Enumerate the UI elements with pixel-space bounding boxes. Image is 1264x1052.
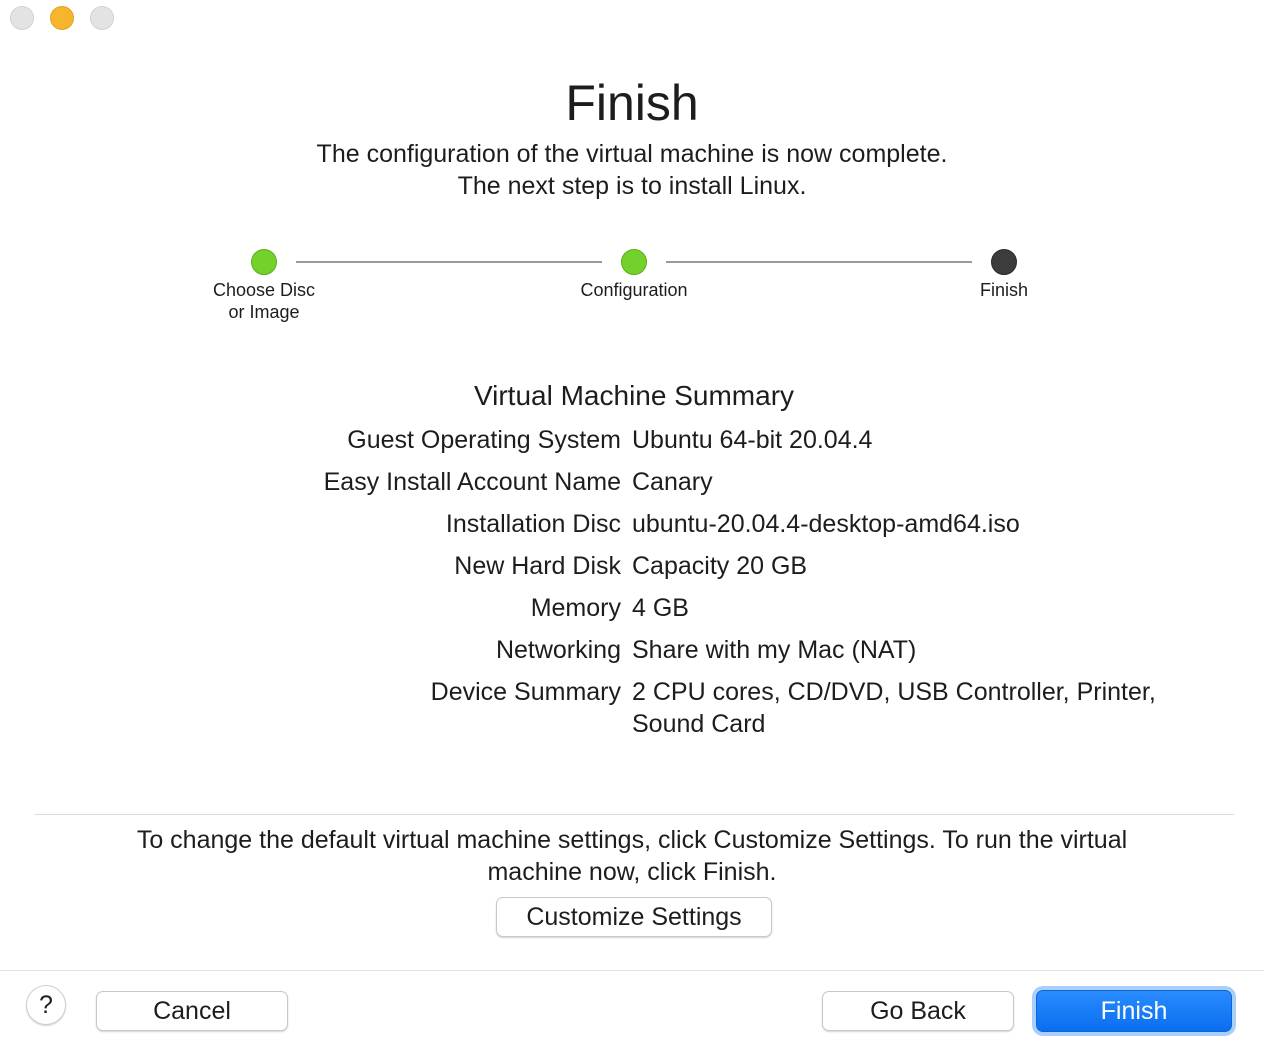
summary-key: Networking	[495, 636, 621, 664]
section-divider	[34, 814, 1234, 815]
subtitle-line-2: The next step is to install Linux.	[457, 172, 807, 200]
cancel-button[interactable]: Cancel	[96, 991, 288, 1031]
summary-value: 4 GB	[632, 594, 689, 622]
summary-key: Guest Operating System	[347, 426, 621, 454]
page-subtitle: The configuration of the virtual machine…	[0, 138, 1264, 202]
summary-key: New Hard Disk	[454, 552, 621, 580]
step-connector-1	[296, 261, 602, 263]
summary-value: ubuntu-20.04.4-desktop-amd64.iso	[632, 510, 1020, 538]
step-2-complete-indicator	[621, 249, 647, 275]
close-window-button[interactable]	[10, 6, 34, 30]
step-1-label: Choose Disc or Image	[212, 280, 316, 322]
step-1-complete-indicator	[251, 249, 277, 275]
zoom-window-button[interactable]	[90, 6, 114, 30]
page-title: Finish	[565, 75, 699, 131]
go-back-button[interactable]: Go Back	[822, 991, 1014, 1031]
summary-key: Device Summary	[430, 678, 621, 706]
minimize-window-button[interactable]	[50, 6, 74, 30]
summary-value: 2 CPU cores, CD/DVD, USB Controller, Pri…	[632, 678, 1156, 738]
customize-hint-text: To change the default virtual machine se…	[136, 826, 1128, 886]
summary-title: Virtual Machine Summary	[473, 380, 795, 411]
subtitle-line-1: The configuration of the virtual machine…	[316, 140, 948, 168]
summary-key: Memory	[530, 594, 621, 622]
summary-key: Installation Disc	[445, 510, 621, 538]
step-connector-2	[666, 261, 972, 263]
step-3-label: Finish	[979, 280, 1028, 300]
step-2-label: Configuration	[580, 280, 688, 300]
footer-divider	[0, 970, 1264, 971]
summary-value: Ubuntu 64-bit 20.04.4	[632, 426, 873, 454]
finish-button[interactable]: Finish	[1036, 990, 1232, 1032]
question-mark-icon: ?	[39, 990, 53, 1019]
customize-settings-button[interactable]: Customize Settings	[496, 897, 772, 937]
help-button[interactable]: ?	[26, 985, 66, 1025]
summary-value: Canary	[632, 468, 713, 496]
summary-value: Capacity 20 GB	[632, 552, 808, 580]
window-controls	[10, 6, 114, 30]
summary-key: Easy Install Account Name	[323, 468, 621, 496]
step-3-current-indicator	[991, 249, 1017, 275]
summary-value: Share with my Mac (NAT)	[632, 636, 917, 664]
